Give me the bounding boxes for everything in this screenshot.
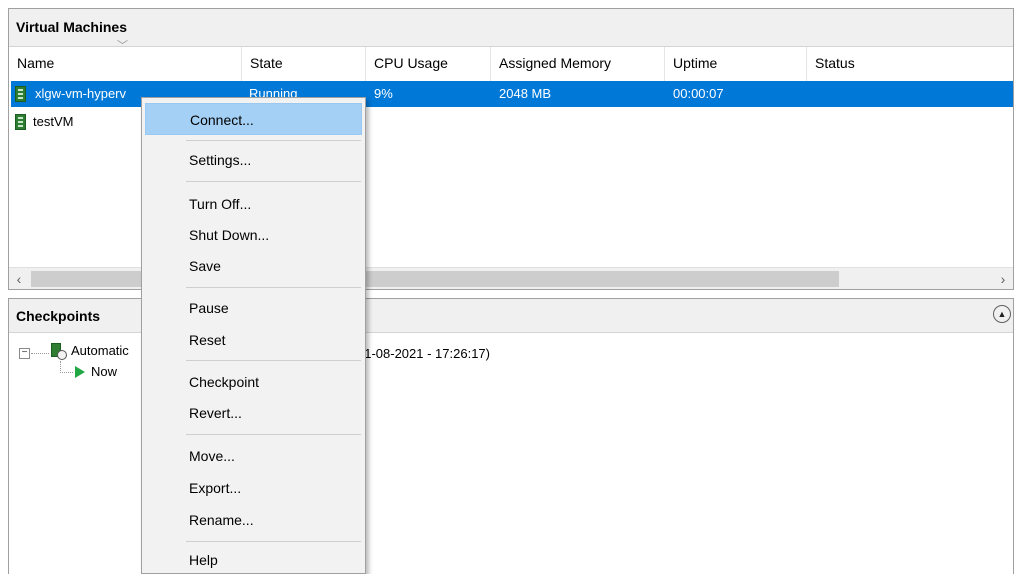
virtual-machines-title: Virtual Machines <box>16 19 128 35</box>
checkpoints-title: Checkpoints <box>16 308 101 324</box>
column-header-row: ﹀ Name State CPU Usage Assigned Memory U… <box>9 40 1013 81</box>
checkpoint-icon <box>51 343 67 361</box>
menu-separator <box>186 140 361 141</box>
menu-item-revert[interactable]: Revert... <box>145 397 362 429</box>
virtual-machine-icon <box>15 86 26 102</box>
menu-item-rename[interactable]: Rename... <box>145 504 362 536</box>
virtual-machines-header: Virtual Machines <box>9 9 1013 47</box>
scroll-left-icon[interactable]: ‹ <box>9 268 29 290</box>
vm-assigned-memory: 2048 MB <box>499 86 552 101</box>
menu-separator <box>186 434 361 435</box>
checkpoint-name[interactable]: Automatic <box>71 343 129 358</box>
column-cpu-usage[interactable]: CPU Usage <box>366 47 491 81</box>
menu-item-move[interactable]: Move... <box>145 440 362 472</box>
scroll-right-icon[interactable]: › <box>993 268 1013 290</box>
menu-separator <box>186 181 361 182</box>
menu-item-connect[interactable]: Connect... <box>145 103 362 135</box>
column-assigned-memory[interactable]: Assigned Memory <box>491 47 665 81</box>
tree-collapse-icon[interactable]: − <box>19 348 30 359</box>
column-status[interactable]: Status <box>807 47 1013 81</box>
virtual-machine-icon <box>15 114 26 130</box>
menu-item-help[interactable]: Help <box>145 544 362 574</box>
menu-item-reset[interactable]: Reset <box>145 324 362 356</box>
vm-uptime: 00:00:07 <box>673 86 724 101</box>
column-uptime[interactable]: Uptime <box>665 47 807 81</box>
menu-item-turn-off[interactable]: Turn Off... <box>145 188 362 220</box>
sort-descending-icon: ﹀ <box>117 40 128 52</box>
menu-item-settings[interactable]: Settings... <box>145 144 362 176</box>
menu-item-checkpoint[interactable]: Checkpoint <box>145 366 362 398</box>
menu-separator <box>186 360 361 361</box>
menu-separator <box>186 541 361 542</box>
menu-item-shut-down[interactable]: Shut Down... <box>145 219 362 251</box>
checkpoint-now[interactable]: Now <box>91 364 117 379</box>
checkpoint-date: 31-08-2021 - 17:26:17) <box>357 346 490 361</box>
menu-item-save[interactable]: Save <box>145 250 362 282</box>
vm-name: testVM <box>33 114 74 129</box>
menu-item-pause[interactable]: Pause <box>145 292 362 324</box>
tree-connector <box>60 372 73 373</box>
chevron-up-icon[interactable]: ▲ <box>993 305 1011 323</box>
vm-name: xlgw-vm-hyperv <box>35 86 127 101</box>
column-state[interactable]: State <box>242 47 366 81</box>
context-menu: Connect... Settings... Turn Off... Shut … <box>141 97 366 574</box>
play-icon <box>75 366 85 378</box>
menu-separator <box>186 287 361 288</box>
column-name[interactable]: ﹀ Name <box>9 40 242 81</box>
menu-item-export[interactable]: Export... <box>145 472 362 504</box>
vm-cpu-usage: 9% <box>374 86 393 101</box>
tree-connector <box>31 353 49 354</box>
